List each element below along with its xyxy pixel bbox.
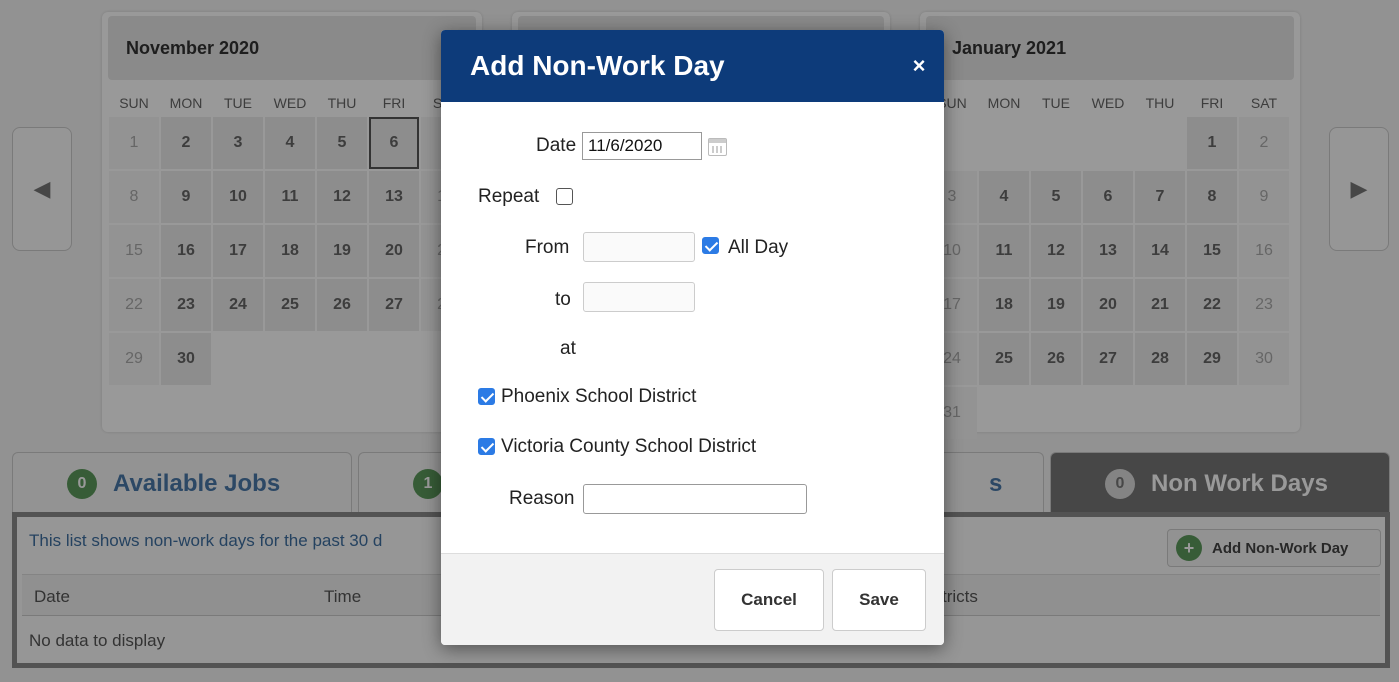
add-non-work-day-dialog: Add Non-Work Day × Date Repeat From All … — [441, 30, 944, 645]
district-checkbox-victoria[interactable] — [478, 438, 495, 455]
reason-label: Reason — [509, 488, 575, 509]
date-label: Date — [536, 135, 577, 156]
dialog-footer: Cancel Save — [441, 553, 944, 645]
repeat-checkbox[interactable] — [556, 188, 573, 205]
from-time-input[interactable] — [583, 232, 695, 262]
save-button[interactable]: Save — [832, 569, 926, 631]
all-day-label: All Day — [728, 237, 789, 258]
district-label-victoria: Victoria County School District — [501, 436, 757, 457]
at-label: at — [560, 338, 576, 359]
all-day-checkbox[interactable] — [702, 237, 719, 254]
dialog-header: Add Non-Work Day × — [441, 30, 944, 102]
calendar-icon[interactable] — [708, 138, 727, 156]
close-icon[interactable]: × — [908, 54, 930, 78]
dialog-title: Add Non-Work Day — [470, 50, 725, 81]
to-time-input[interactable] — [583, 282, 695, 312]
reason-input[interactable] — [583, 484, 807, 514]
from-label: From — [525, 237, 570, 258]
cancel-button[interactable]: Cancel — [714, 569, 824, 631]
to-label: to — [555, 289, 571, 310]
district-label-phoenix: Phoenix School District — [501, 386, 697, 407]
repeat-label: Repeat — [478, 186, 540, 207]
date-input[interactable] — [582, 132, 702, 160]
district-checkbox-phoenix[interactable] — [478, 388, 495, 405]
